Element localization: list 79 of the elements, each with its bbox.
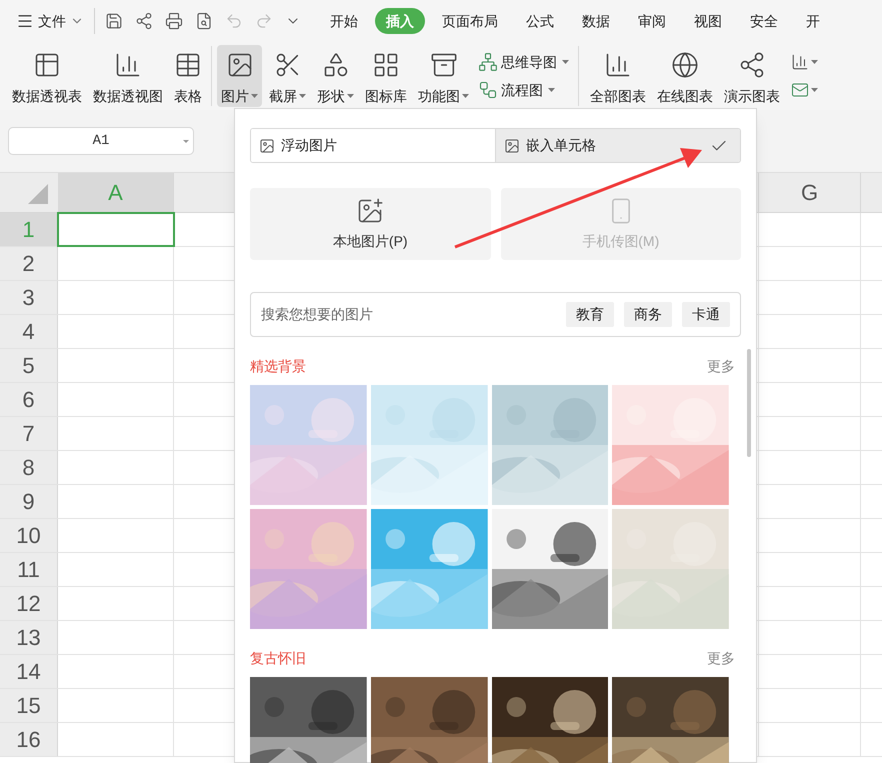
- more-link[interactable]: 更多: [707, 648, 735, 668]
- menu-tab[interactable]: 安全: [739, 8, 789, 34]
- pivot-table-icon: [33, 51, 61, 79]
- menu-tab[interactable]: 公式: [515, 8, 565, 34]
- row-header[interactable]: 4: [0, 315, 58, 348]
- row-header[interactable]: 15: [0, 689, 58, 722]
- row-header[interactable]: 10: [0, 519, 58, 552]
- bar-chart-icon[interactable]: [791, 53, 809, 71]
- save-icon[interactable]: [105, 12, 123, 30]
- ribbon-button[interactable]: 思维导图: [476, 52, 571, 72]
- share-icon[interactable]: [135, 12, 153, 30]
- scrollbar[interactable]: [747, 349, 751, 457]
- envelope-icon[interactable]: [791, 81, 809, 99]
- bar-chart-icon: [604, 51, 632, 79]
- globe-chart-icon: [671, 51, 699, 79]
- menu-icon: [16, 12, 34, 30]
- row-header[interactable]: 12: [0, 587, 58, 620]
- row-header[interactable]: 16: [0, 723, 58, 756]
- image-icon: [504, 138, 520, 154]
- menu-tab[interactable]: 数据: [571, 8, 621, 34]
- image-icon: [226, 51, 254, 79]
- add-image-icon: [356, 196, 384, 224]
- more-link[interactable]: 更多: [707, 356, 735, 376]
- mind-map-icon: [478, 52, 498, 72]
- ribbon-button[interactable]: 截屏: [265, 45, 310, 107]
- ribbon-button[interactable]: 表格: [170, 45, 206, 107]
- row-header[interactable]: 13: [0, 621, 58, 654]
- column-header[interactable]: G: [759, 173, 861, 212]
- image-source-button[interactable]: 本地图片(P): [250, 188, 490, 260]
- row-header[interactable]: 14: [0, 655, 58, 688]
- ribbon-button[interactable]: 数据透视图: [89, 45, 167, 107]
- search-tag[interactable]: 卡通: [682, 302, 730, 327]
- ribbon-button[interactable]: 流程图: [476, 80, 571, 100]
- redo-icon[interactable]: [255, 12, 273, 30]
- select-all-icon[interactable]: [28, 184, 48, 204]
- print-preview-icon[interactable]: [195, 12, 213, 30]
- ribbon-button[interactable]: 在线图表: [653, 45, 717, 107]
- section-title: 精选背景: [250, 356, 306, 376]
- box-icon: [430, 51, 458, 79]
- icon-library-icon: [372, 51, 400, 79]
- row-header[interactable]: 9: [0, 485, 58, 518]
- pivot-chart-icon: [114, 51, 142, 79]
- table-icon: [174, 51, 202, 79]
- name-box[interactable]: A1: [8, 127, 194, 155]
- file-menu[interactable]: 文件: [16, 10, 84, 32]
- image-icon: [259, 138, 275, 154]
- row-header[interactable]: 6: [0, 383, 58, 416]
- ribbon-button[interactable]: 功能图: [414, 45, 473, 107]
- row-header[interactable]: 3: [0, 281, 58, 314]
- menu-tab[interactable]: 页面布局: [431, 8, 509, 34]
- ribbon-button[interactable]: 演示图表: [720, 45, 784, 107]
- menu-tab[interactable]: 视图: [683, 8, 733, 34]
- selected-cell[interactable]: [58, 213, 174, 246]
- search-tag[interactable]: 商务: [624, 302, 672, 327]
- ribbon-button[interactable]: 数据透视表: [8, 45, 86, 107]
- caret-icon: [183, 140, 189, 143]
- row-header[interactable]: 2: [0, 247, 58, 280]
- share-chart-icon: [738, 51, 766, 79]
- row-header[interactable]: 11: [0, 553, 58, 586]
- row-header[interactable]: 7: [0, 417, 58, 450]
- undo-icon[interactable]: [225, 12, 243, 30]
- row-header[interactable]: 8: [0, 451, 58, 484]
- flowchart-icon: [478, 80, 498, 100]
- section-title: 复古怀旧: [250, 648, 306, 668]
- ribbon-button[interactable]: 全部图表: [586, 45, 650, 107]
- shapes-icon: [322, 51, 350, 79]
- menu-tab[interactable]: 开始: [319, 8, 369, 34]
- menu-tab[interactable]: 审阅: [627, 8, 677, 34]
- ribbon-button[interactable]: 图标库: [361, 45, 411, 107]
- menu-tab[interactable]: 开: [795, 8, 831, 34]
- caret-icon: [811, 88, 818, 92]
- print-icon[interactable]: [165, 12, 183, 30]
- insert-mode-option[interactable]: 嵌入单元格: [495, 129, 740, 162]
- search-tag[interactable]: 教育: [566, 302, 614, 327]
- ribbon-button[interactable]: 图片: [217, 45, 262, 107]
- row-header[interactable]: 5: [0, 349, 58, 382]
- search-field[interactable]: 搜索您想要的图片 教育 商务 卡通: [250, 292, 741, 337]
- ribbon-button[interactable]: 形状: [313, 45, 358, 107]
- caret-icon: [811, 60, 818, 64]
